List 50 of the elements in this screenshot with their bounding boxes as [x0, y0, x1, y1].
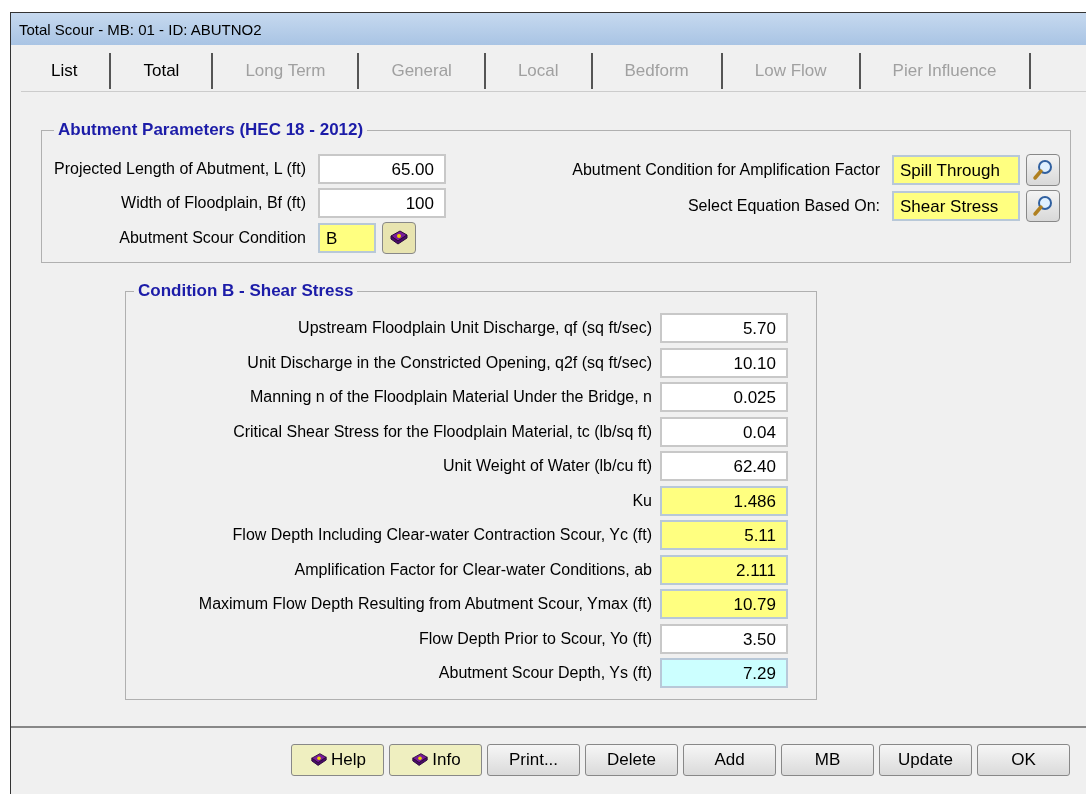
dialog-button[interactable]: Help	[291, 743, 384, 776]
value-field[interactable]: 5.70	[660, 313, 788, 344]
value-field[interactable]: 10.10	[660, 347, 788, 378]
search-button[interactable]	[1026, 190, 1060, 222]
field-label: Abutment Condition for Amplification Factor	[572, 161, 880, 179]
group-title: Abutment Parameters (HEC 18 - 2012)	[57, 120, 365, 140]
value-field[interactable]: 3.50	[660, 623, 788, 654]
dialog-button[interactable]: OK	[977, 743, 1070, 776]
select-field[interactable]: Spill Through	[892, 155, 1020, 185]
value-field[interactable]: 0.025	[660, 382, 788, 413]
field-label: Width of Floodplain, Bf (ft)	[121, 194, 306, 212]
dialog-button[interactable]: Add	[683, 743, 776, 776]
book-icon	[410, 750, 431, 769]
value-field[interactable]: 2.111	[660, 554, 788, 585]
value-field[interactable]: 5.11	[660, 520, 788, 551]
search-icon	[1031, 194, 1055, 218]
field-label: Ku	[632, 491, 652, 510]
dialog-button[interactable]: Info	[389, 743, 482, 776]
search-button[interactable]	[1026, 154, 1060, 186]
field-label: Flow Depth Prior to Scour, Yo (ft)	[419, 629, 652, 648]
field-label: Flow Depth Including Clear-water Contraction Scour, Yc (ft)	[232, 526, 652, 545]
value-field[interactable]: 1.486	[660, 485, 788, 516]
field-label: Upstream Floodplain Unit Discharge, qf (sq ft/sec)	[298, 319, 652, 338]
window-title: Total Scour - MB: 01 - ID: ABUTNO2	[19, 20, 262, 38]
field-label: Abutment Scour Condition	[119, 229, 306, 247]
field-label: Amplification Factor for Clear-water Conditions, ab	[294, 560, 652, 579]
group-title: Condition B - Shear Stress	[137, 281, 355, 301]
field-label: Projected Length of Abutment, L (ft)	[54, 160, 306, 178]
search-icon	[1031, 158, 1055, 182]
dialog-button[interactable]: Print...	[487, 743, 580, 776]
book-icon	[309, 750, 329, 769]
field-label: Critical Shear Stress for the Floodplain Material, tc (lb/sq ft)	[233, 422, 652, 441]
input-field[interactable]: 100	[318, 188, 446, 218]
value-field[interactable]: 62.40	[660, 451, 788, 482]
input-field[interactable]: 65.00	[318, 154, 446, 184]
book-icon-button[interactable]	[382, 222, 416, 254]
value-field[interactable]: 7.29	[660, 658, 788, 689]
select-field[interactable]: Shear Stress	[892, 191, 1020, 221]
field-label: Manning n of the Floodplain Material Under the Bridge, n	[250, 388, 652, 407]
dialog-button[interactable]: Delete	[585, 743, 678, 776]
value-field[interactable]: 10.79	[660, 589, 788, 620]
dialog-button[interactable]: MB	[781, 743, 874, 776]
field-label: Maximum Flow Depth Resulting from Abutment Scour, Ymax (ft)	[198, 595, 652, 614]
condition-field[interactable]: B	[318, 223, 376, 253]
field-label: Select Equation Based On:	[687, 197, 880, 215]
field-label: Unit Weight of Water (lb/cu ft)	[443, 457, 652, 476]
value-field[interactable]: 0.04	[660, 416, 788, 447]
field-label: Abutment Scour Depth, Ys (ft)	[438, 664, 652, 683]
dialog-button[interactable]: Update	[879, 743, 972, 776]
field-label: Unit Discharge in the Constricted Opening, q2f (sq ft/sec)	[247, 353, 652, 372]
